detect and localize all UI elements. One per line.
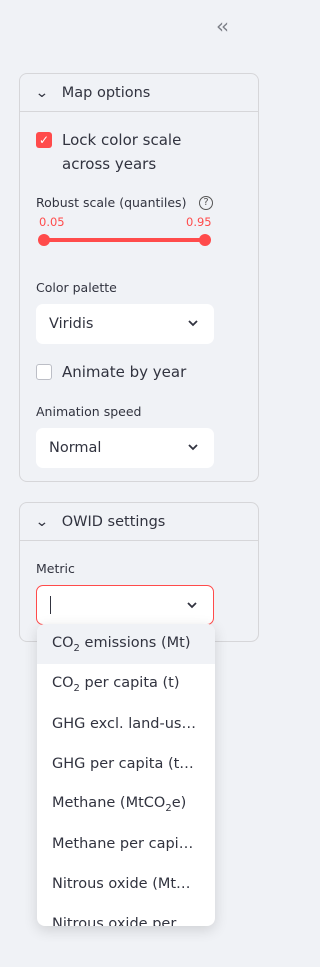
- robust-scale-label: Robust scale (quantiles): [36, 195, 187, 210]
- metric-option-label: Methane per capi…: [52, 836, 194, 852]
- chevron-down-icon: ⌄: [34, 513, 49, 530]
- metric-option[interactable]: CO2 per capita (t): [37, 664, 215, 704]
- slider-low-value: 0.05: [39, 215, 65, 229]
- metric-option-label: GHG excl. land-us…: [52, 716, 196, 732]
- metric-option[interactable]: Methane (MtCO2e): [37, 784, 215, 824]
- metric-option[interactable]: Methane per capi…: [37, 824, 215, 864]
- animation-speed-value: Normal: [49, 440, 102, 456]
- metric-label: Metric: [36, 561, 75, 576]
- slider-low-thumb[interactable]: [38, 234, 50, 246]
- help-icon[interactable]: ?: [199, 196, 213, 210]
- metric-option[interactable]: Nitrous oxide per…: [37, 904, 215, 926]
- metric-option-label: CO2 per capita (t): [52, 674, 180, 694]
- owid-settings-header[interactable]: ⌄ OWID settings: [20, 503, 258, 541]
- slider-high-thumb[interactable]: [199, 234, 211, 246]
- owid-settings-title: OWID settings: [61, 513, 166, 530]
- lock-color-scale-label: Lock color scale across years: [62, 131, 182, 173]
- checkbox-empty-icon: [36, 364, 52, 380]
- metric-option[interactable]: Nitrous oxide (Mt…: [37, 864, 215, 904]
- lock-color-scale-checkbox[interactable]: ✓ Lock color scale across years: [36, 128, 226, 176]
- collapse-sidebar-icon[interactable]: ‹‹: [216, 14, 229, 38]
- color-palette-label: Color palette: [36, 280, 117, 295]
- metric-option[interactable]: GHG per capita (t…: [37, 744, 215, 784]
- metric-option[interactable]: GHG excl. land-us…: [37, 704, 215, 744]
- metric-option-label: Nitrous oxide (Mt…: [52, 876, 191, 892]
- chevron-down-icon: [188, 320, 198, 327]
- animate-by-year-checkbox[interactable]: Animate by year: [36, 360, 186, 384]
- metric-option-label: Nitrous oxide per…: [52, 916, 191, 926]
- metric-dropdown-list: CO2 emissions (Mt) CO2 per capita (t) GHG …: [37, 624, 215, 926]
- animate-by-year-label: Animate by year: [62, 363, 187, 381]
- robust-scale-slider-track[interactable]: [42, 238, 207, 242]
- map-options-title: Map options: [61, 84, 151, 101]
- chevron-down-icon: [187, 602, 197, 609]
- metric-option[interactable]: CO2 emissions (Mt): [37, 624, 215, 664]
- metric-option-label: Methane (MtCO2e): [52, 794, 187, 814]
- color-palette-value: Viridis: [49, 316, 94, 332]
- chevron-down-icon: ⌄: [34, 84, 49, 101]
- animation-speed-label: Animation speed: [36, 404, 142, 419]
- slider-high-value: 0.95: [186, 215, 212, 229]
- checkmark-icon: ✓: [36, 132, 52, 148]
- map-options-header[interactable]: ⌄ Map options: [20, 74, 258, 112]
- metric-select[interactable]: [36, 585, 214, 625]
- chevron-down-icon: [188, 444, 198, 451]
- animation-speed-select[interactable]: Normal: [36, 428, 214, 468]
- metric-option-label: GHG per capita (t…: [52, 756, 194, 772]
- metric-option-label: CO2 emissions (Mt): [52, 634, 191, 654]
- color-palette-select[interactable]: Viridis: [36, 304, 214, 344]
- text-cursor: [50, 596, 51, 614]
